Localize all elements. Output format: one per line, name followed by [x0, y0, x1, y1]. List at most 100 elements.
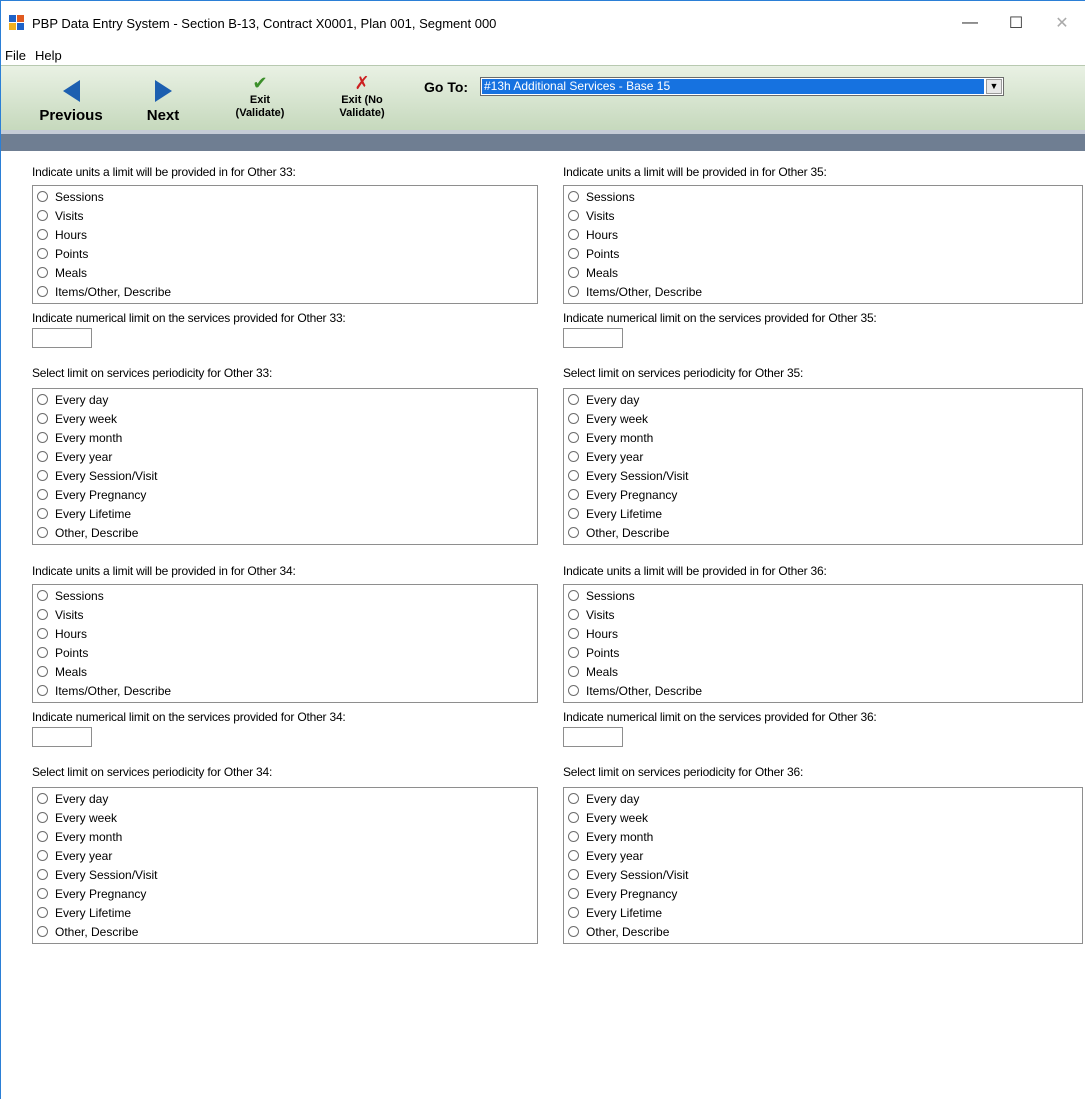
radio-button[interactable]: [568, 609, 579, 620]
numerical-limit-input[interactable]: [563, 727, 623, 747]
radio-option[interactable]: Every day: [33, 789, 537, 808]
radio-button[interactable]: [37, 685, 48, 696]
radio-option[interactable]: Every Session/Visit: [33, 466, 537, 485]
radio-option[interactable]: Every year: [33, 447, 537, 466]
radio-button[interactable]: [37, 451, 48, 462]
radio-option[interactable]: Every year: [564, 846, 1082, 865]
radio-button[interactable]: [568, 527, 579, 538]
radio-option[interactable]: Every month: [33, 827, 537, 846]
radio-option[interactable]: Other, Describe: [564, 922, 1082, 941]
radio-button[interactable]: [37, 666, 48, 677]
radio-button[interactable]: [37, 812, 48, 823]
radio-button[interactable]: [37, 850, 48, 861]
radio-option[interactable]: Every Pregnancy: [564, 884, 1082, 903]
radio-option[interactable]: Every day: [564, 390, 1082, 409]
radio-button[interactable]: [568, 793, 579, 804]
radio-option[interactable]: Hours: [564, 225, 1082, 244]
radio-option[interactable]: Every day: [564, 789, 1082, 808]
radio-option[interactable]: Sessions: [564, 586, 1082, 605]
radio-button[interactable]: [37, 394, 48, 405]
radio-option[interactable]: Meals: [564, 263, 1082, 282]
radio-option[interactable]: Sessions: [33, 586, 537, 605]
radio-option[interactable]: Every day: [33, 390, 537, 409]
radio-option[interactable]: Every Lifetime: [564, 903, 1082, 922]
radio-button[interactable]: [37, 432, 48, 443]
radio-button[interactable]: [37, 191, 48, 202]
radio-option[interactable]: Meals: [33, 263, 537, 282]
numerical-limit-input[interactable]: [32, 328, 92, 348]
radio-option[interactable]: Visits: [564, 206, 1082, 225]
radio-option[interactable]: Hours: [33, 225, 537, 244]
radio-button[interactable]: [568, 508, 579, 519]
radio-option[interactable]: Every Session/Visit: [564, 865, 1082, 884]
radio-button[interactable]: [568, 489, 579, 500]
radio-option[interactable]: Visits: [33, 206, 537, 225]
radio-button[interactable]: [568, 286, 579, 297]
minimize-button[interactable]: —: [947, 1, 993, 45]
dropdown-arrow-icon[interactable]: ▼: [986, 79, 1002, 94]
radio-option[interactable]: Points: [564, 244, 1082, 263]
radio-button[interactable]: [37, 628, 48, 639]
radio-option[interactable]: Items/Other, Describe: [564, 282, 1082, 301]
radio-option[interactable]: Every week: [33, 409, 537, 428]
radio-button[interactable]: [37, 248, 48, 259]
previous-button[interactable]: Previous: [31, 80, 111, 124]
radio-option[interactable]: Points: [33, 244, 537, 263]
radio-option[interactable]: Other, Describe: [564, 523, 1082, 542]
radio-button[interactable]: [568, 267, 579, 278]
next-button[interactable]: Next: [141, 80, 185, 124]
radio-button[interactable]: [568, 590, 579, 601]
radio-option[interactable]: Every Pregnancy: [33, 485, 537, 504]
radio-button[interactable]: [568, 685, 579, 696]
radio-button[interactable]: [568, 831, 579, 842]
radio-option[interactable]: Every Lifetime: [33, 504, 537, 523]
radio-option[interactable]: Every Session/Visit: [564, 466, 1082, 485]
radio-option[interactable]: Other, Describe: [33, 523, 537, 542]
radio-button[interactable]: [568, 413, 579, 424]
exit-validate-button[interactable]: ✔ Exit (Validate): [229, 74, 291, 120]
radio-option[interactable]: Every year: [564, 447, 1082, 466]
radio-option[interactable]: Items/Other, Describe: [564, 681, 1082, 700]
radio-button[interactable]: [37, 210, 48, 221]
menu-file[interactable]: File: [5, 48, 26, 63]
radio-option[interactable]: Hours: [564, 624, 1082, 643]
radio-option[interactable]: Sessions: [564, 187, 1082, 206]
radio-option[interactable]: Sessions: [33, 187, 537, 206]
radio-option[interactable]: Every Pregnancy: [33, 884, 537, 903]
radio-button[interactable]: [37, 793, 48, 804]
radio-button[interactable]: [37, 831, 48, 842]
radio-button[interactable]: [37, 229, 48, 240]
radio-button[interactable]: [37, 609, 48, 620]
maximize-button[interactable]: ☐: [993, 1, 1039, 45]
radio-option[interactable]: Every month: [564, 827, 1082, 846]
radio-button[interactable]: [568, 926, 579, 937]
radio-option[interactable]: Every week: [33, 808, 537, 827]
radio-option[interactable]: Meals: [564, 662, 1082, 681]
radio-button[interactable]: [37, 926, 48, 937]
radio-button[interactable]: [568, 210, 579, 221]
radio-option[interactable]: Items/Other, Describe: [33, 282, 537, 301]
radio-option[interactable]: Visits: [564, 605, 1082, 624]
goto-dropdown[interactable]: #13h Additional Services - Base 15 ▼: [480, 77, 1004, 96]
radio-button[interactable]: [37, 527, 48, 538]
radio-button[interactable]: [568, 394, 579, 405]
radio-option[interactable]: Points: [564, 643, 1082, 662]
radio-button[interactable]: [37, 489, 48, 500]
radio-button[interactable]: [37, 647, 48, 658]
radio-button[interactable]: [568, 850, 579, 861]
radio-button[interactable]: [37, 470, 48, 481]
radio-button[interactable]: [37, 590, 48, 601]
radio-button[interactable]: [568, 812, 579, 823]
radio-button[interactable]: [568, 248, 579, 259]
radio-option[interactable]: Every week: [564, 409, 1082, 428]
radio-option[interactable]: Meals: [33, 662, 537, 681]
radio-button[interactable]: [37, 888, 48, 899]
numerical-limit-input[interactable]: [32, 727, 92, 747]
radio-button[interactable]: [37, 907, 48, 918]
radio-button[interactable]: [37, 286, 48, 297]
radio-button[interactable]: [37, 869, 48, 880]
radio-option[interactable]: Every year: [33, 846, 537, 865]
radio-option[interactable]: Every week: [564, 808, 1082, 827]
radio-option[interactable]: Other, Describe: [33, 922, 537, 941]
radio-option[interactable]: Visits: [33, 605, 537, 624]
